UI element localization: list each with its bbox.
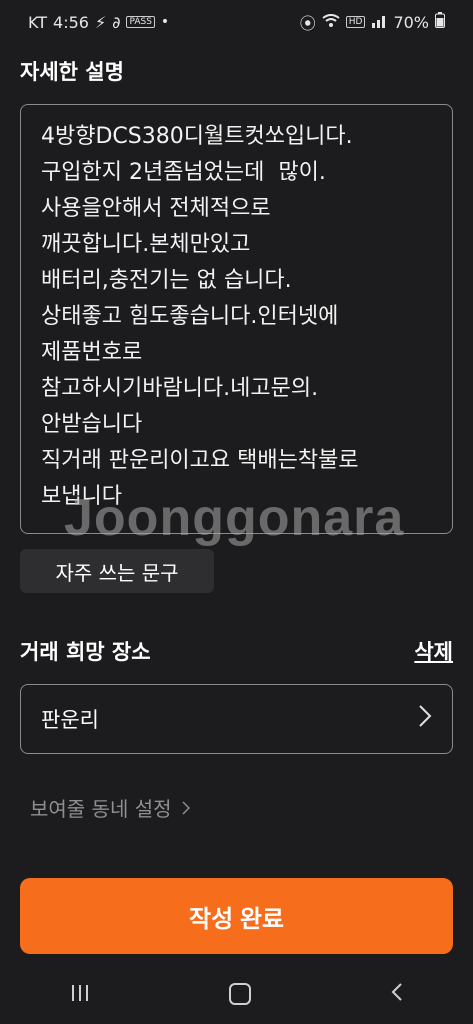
status-right: ⦿ HD 70% [300, 10, 445, 34]
wifi-icon [322, 13, 340, 32]
location-value: 판운리 [41, 708, 99, 732]
clock: 4:56 [53, 12, 89, 32]
submit-button[interactable]: 작성 완료 [20, 878, 453, 954]
status-left: KT 4:56 ⚡ ∂ PASS • [28, 13, 169, 32]
watermark-logo: Joonggonara [64, 489, 405, 547]
description-title: 자세한 설명 [20, 60, 124, 84]
neighborhood-link-label: 보여줄 동네 설정 [30, 797, 172, 821]
delete-location-link[interactable]: 삭제 [414, 636, 453, 666]
system-nav-bar [0, 964, 473, 1024]
battery-icon [435, 12, 445, 32]
description-text[interactable]: 4방향DCS380디월트컷쏘입니다. 구입한지 2년좀넘었는데 많이. 사용을안… [41, 119, 434, 515]
recents-icon[interactable] [70, 980, 90, 1008]
frequent-phrases-button[interactable]: 자주 쓰는 문구 [20, 549, 214, 593]
notification-dot-icon: • [160, 14, 170, 30]
chevron-right-icon [418, 704, 432, 735]
battery-percent: 70% [393, 12, 429, 32]
signal-icon [371, 13, 387, 32]
location-title: 거래 희망 장소 [20, 640, 151, 664]
status-bar: KT 4:56 ⚡ ∂ PASS • ⦿ HD 70% [0, 0, 473, 44]
location-field[interactable]: 판운리 [20, 684, 453, 754]
link-icon: ∂ [112, 12, 121, 32]
chevron-right-small-icon [181, 796, 190, 820]
back-icon[interactable] [391, 980, 403, 1008]
bolt-icon: ⚡ [94, 12, 107, 32]
location-icon: ⦿ [299, 14, 316, 33]
neighborhood-setting-link[interactable]: 보여줄 동네 설정 [30, 793, 190, 822]
pass-badge: PASS [126, 16, 155, 28]
home-icon[interactable] [229, 983, 252, 1005]
description-textarea[interactable]: 4방향DCS380디월트컷쏘입니다. 구입한지 2년좀넘었는데 많이. 사용을안… [20, 104, 453, 534]
hd-icon: HD [345, 16, 366, 28]
carrier-label: KT [28, 12, 48, 32]
